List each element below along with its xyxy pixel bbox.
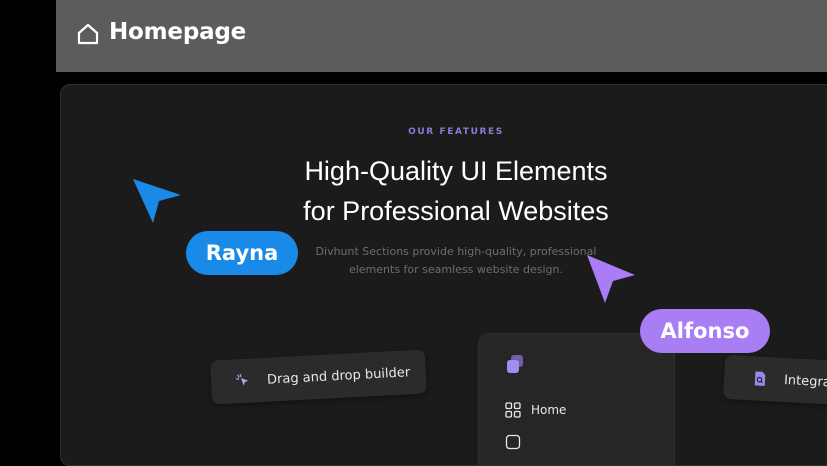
feature-chip-integrations[interactable]: Integra (722, 354, 827, 408)
app-logo-icon (507, 355, 523, 373)
top-bar: Homepage (56, 0, 827, 72)
collaborator-cursor-icon (587, 255, 635, 303)
subtext-line-2: elements for seamless website design. (348, 263, 564, 276)
chip-label: Drag and drop builder (266, 364, 411, 388)
hero-subtext: Divhunt Sections provide high-quality, p… (61, 243, 827, 279)
feature-chip-drag-drop[interactable]: Drag and drop builder (209, 349, 428, 405)
chip-label: Integra (783, 372, 827, 390)
page-title: Homepage (109, 19, 247, 45)
home-icon[interactable] (76, 22, 100, 46)
collaborator-tag-rayna: Rayna (186, 231, 298, 275)
collaborator-name: Alfonso (660, 319, 750, 343)
square-icon (505, 434, 521, 450)
panel-item-2[interactable] (505, 434, 531, 450)
collaborator-name: Rayna (205, 241, 279, 265)
grid-icon (505, 402, 521, 418)
section-eyebrow: OUR FEATURES (408, 127, 504, 137)
sidebar-preview-panel: Home (478, 333, 675, 465)
collaborator-tag-alfonso: Alfonso (640, 309, 770, 353)
collaborator-cursor-icon (133, 179, 181, 223)
panel-item-home[interactable]: Home (505, 402, 566, 418)
subtext-line-1: Divhunt Sections provide high-quality, p… (315, 245, 597, 258)
pointer-click-icon (235, 373, 249, 386)
design-canvas[interactable]: OUR FEATURES High-Quality UI Elements fo… (60, 84, 827, 466)
panel-item-label: Home (531, 403, 567, 417)
document-search-icon (754, 371, 766, 386)
